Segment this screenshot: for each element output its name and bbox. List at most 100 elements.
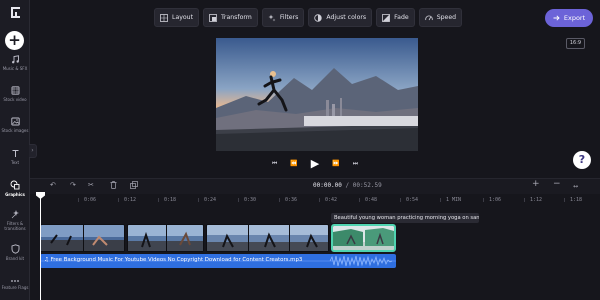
sidebar-item-filters-transitions[interactable]: Filters & transitions — [0, 210, 30, 231]
audio-clip-label: ♫ Free Background Music For Youtube Vide… — [44, 257, 302, 263]
ruler-tick: 0:48 — [358, 197, 378, 203]
shield-icon — [11, 244, 19, 254]
ruler-tick: 0:30 — [237, 197, 257, 203]
skip-back-icon[interactable]: ⏮ — [272, 159, 277, 169]
layout-icon — [160, 13, 168, 22]
more-icon — [11, 280, 19, 282]
time-separator: / — [345, 182, 350, 189]
sidebar-item-stock-images[interactable]: Stock images — [0, 117, 30, 133]
current-time: 00:00.00 — [313, 182, 342, 189]
timeline-toolbar: ↶ ↷ ✂ 00:00.00 / 00:52.59 + − ↔ — [30, 178, 600, 194]
music-note-icon — [11, 55, 19, 64]
audio-clip[interactable]: ♫ Free Background Music For Youtube Vide… — [40, 254, 396, 268]
ruler-tick: 0:54 — [399, 197, 419, 203]
properties-toolbar: Layout Transform Filters Adjust colors F… — [154, 8, 463, 27]
audio-clip-title: Free Background Music For Youtube Videos… — [50, 257, 303, 263]
ruler-tick: 1:18 — [563, 197, 583, 203]
layout-button[interactable]: Layout — [154, 8, 200, 27]
sidebar-item-graphics[interactable]: Graphics — [0, 180, 30, 197]
export-button[interactable]: Export — [545, 9, 593, 27]
text-icon — [12, 150, 18, 157]
zoom-in-icon[interactable]: + — [532, 179, 540, 189]
filters-button[interactable]: Filters — [261, 8, 305, 27]
speed-button[interactable]: Speed — [418, 8, 463, 27]
ruler-tick: 0:36 — [278, 197, 298, 203]
sidebar-item-label: Feature Flags — [1, 285, 29, 290]
rewind-icon[interactable]: ⏪ — [290, 159, 297, 169]
contrast-icon — [314, 13, 323, 22]
preview-frame-image — [216, 38, 418, 151]
zoom-out-icon[interactable]: − — [553, 179, 561, 189]
export-label: Export — [563, 14, 586, 22]
trash-icon[interactable] — [110, 181, 117, 191]
sidebar-item-label: Music & SFX — [2, 66, 28, 71]
sidebar-item-label: Brand kit — [5, 256, 25, 261]
play-icon[interactable]: ▶ — [311, 158, 319, 169]
ruler-tick: 0:42 — [318, 197, 338, 203]
sidebar-item-stock-video[interactable]: Stock video — [0, 86, 30, 102]
speed-label: Speed — [436, 14, 457, 21]
ruler-tick: 0:24 — [197, 197, 217, 203]
transform-label: Transform — [221, 14, 252, 21]
arrow-right-icon — [553, 15, 560, 21]
sidebar-item-label: Stock video — [3, 97, 27, 102]
sidebar-item-feature-flags[interactable]: Feature Flags — [0, 279, 30, 290]
skip-forward-icon[interactable]: ⏭ — [353, 159, 358, 169]
transform-button[interactable]: Transform — [203, 8, 258, 27]
sidebar-item-label: Graphics — [5, 192, 25, 197]
adjust-colors-label: Adjust colors — [326, 14, 367, 21]
sidebar-item-label: Filters & transitions — [4, 221, 26, 231]
duplicate-icon[interactable] — [130, 181, 138, 191]
help-button[interactable]: ? — [573, 151, 591, 169]
fast-forward-icon[interactable]: ⏩ — [332, 159, 339, 169]
aspect-ratio-button[interactable]: 16:9 — [566, 38, 585, 49]
image-icon — [10, 117, 20, 126]
video-clip[interactable] — [40, 224, 125, 252]
ruler-tick: 1:06 — [482, 197, 502, 203]
add-media-button[interactable]: + — [5, 31, 24, 50]
ruler-tick: 0:18 — [157, 197, 177, 203]
shapes-icon — [10, 180, 20, 190]
scissors-icon[interactable]: ✂ — [88, 181, 94, 189]
sidebar-item-text[interactable]: Text — [0, 149, 30, 165]
adjust-colors-button[interactable]: Adjust colors — [308, 8, 373, 27]
video-clip[interactable] — [206, 224, 329, 252]
ruler-tick: 0:12 — [117, 197, 137, 203]
speedometer-icon — [425, 15, 433, 20]
filters-icon — [11, 210, 19, 219]
sidebar-item-brand-kit[interactable]: Brand kit — [0, 244, 30, 261]
redo-icon[interactable]: ↷ — [70, 181, 76, 189]
clip-thumbnail — [333, 226, 394, 250]
timeline-ruler[interactable]: 0:06 0:12 0:18 0:24 0:30 0:36 0:42 0:48 … — [30, 194, 600, 208]
clip-thumbnail — [207, 225, 328, 251]
clipchamp-logo[interactable] — [9, 6, 22, 19]
clip-title-tooltip: Beautiful young woman practicing morning… — [331, 213, 479, 223]
fade-label: Fade — [394, 14, 409, 21]
video-clip[interactable] — [127, 224, 204, 252]
video-preview[interactable] — [216, 38, 418, 151]
playback-controls: ⏮ ⏪ ▶ ⏩ ⏭ — [250, 157, 380, 171]
music-note-icon: ♫ — [44, 257, 49, 263]
undo-icon[interactable]: ↶ — [50, 181, 56, 189]
fade-button[interactable]: Fade — [376, 8, 415, 27]
fit-timeline-icon[interactable]: ↔ — [573, 183, 578, 190]
transform-icon — [209, 13, 217, 22]
sidebar-item-music[interactable]: Music & SFX — [0, 55, 30, 71]
fade-icon — [382, 13, 391, 22]
sidebar-item-label: Text — [10, 160, 20, 165]
collapse-panel-handle[interactable]: › — [29, 144, 37, 158]
ruler-tick: 1:12 — [523, 197, 543, 203]
sidebar-item-label: Stock images — [1, 128, 29, 133]
film-icon — [11, 86, 19, 95]
total-duration: 00:52.59 — [352, 182, 382, 189]
selected-video-clip[interactable] — [331, 224, 396, 252]
clip-thumbnail — [128, 225, 203, 251]
sparkle-icon — [268, 14, 276, 21]
layout-label: Layout — [172, 14, 194, 21]
playhead-line[interactable] — [40, 192, 41, 300]
timecode: 00:00.00 / 00:52.59 — [313, 182, 382, 189]
ruler-tick: 0:06 — [77, 197, 97, 203]
filters-label: Filters — [279, 14, 299, 21]
ruler-tick: 1 MIN — [439, 197, 462, 203]
sidebar: + Music & SFX Stock video Stock images T… — [0, 0, 30, 300]
